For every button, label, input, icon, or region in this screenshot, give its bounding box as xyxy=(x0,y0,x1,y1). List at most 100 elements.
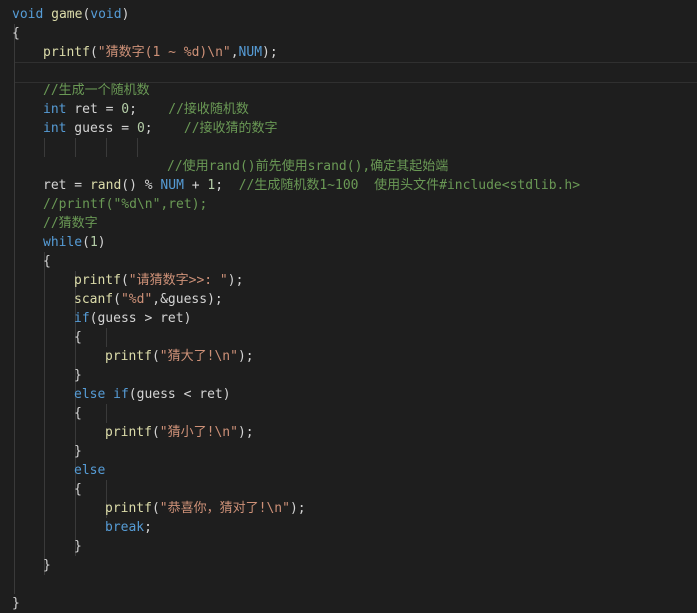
indent-guide-line xyxy=(106,328,107,347)
code-line: printf("猜小了!\n"); xyxy=(105,423,254,442)
code-token: } xyxy=(12,596,20,611)
code-line: { xyxy=(74,480,82,499)
code-token: if xyxy=(74,311,90,326)
indent-guide-line xyxy=(106,404,107,423)
code-token: ; xyxy=(144,121,184,136)
code-token: ) xyxy=(121,7,130,22)
code-token: ); xyxy=(227,273,244,288)
code-line: printf("猜数字(1 ~ %d)\n",NUM); xyxy=(43,43,278,62)
code-token: 0 xyxy=(121,102,130,117)
code-line: int guess = 0; //接收猜的数字 xyxy=(43,119,278,138)
code-token: else xyxy=(74,463,106,478)
code-token: printf xyxy=(105,501,152,516)
code-token: ); xyxy=(237,425,254,440)
code-token: printf xyxy=(105,349,152,364)
code-token: "猜大了!\n" xyxy=(159,349,238,364)
code-line: { xyxy=(43,252,51,271)
indent-guide-line xyxy=(106,138,107,157)
code-token: "恭喜你，猜对了!\n" xyxy=(159,501,290,516)
code-token: //printf("%d\n",ret); xyxy=(43,197,208,212)
code-token: } xyxy=(74,539,82,554)
code-token: "猜数字(1 ~ %d)\n" xyxy=(97,45,231,60)
code-token: NUM xyxy=(160,178,184,193)
code-token: (guess > ret) xyxy=(89,311,192,326)
code-token: NUM xyxy=(238,45,263,60)
code-token: ; xyxy=(215,178,239,193)
current-line-highlight xyxy=(14,62,697,83)
code-token: "猜小了!\n" xyxy=(159,425,238,440)
indent-guide-line xyxy=(44,138,45,157)
code-line: { xyxy=(74,404,82,423)
code-token: void xyxy=(12,7,44,22)
code-line: } xyxy=(74,537,82,556)
code-line: int ret = 0; //接收随机数 xyxy=(43,100,249,119)
code-line: if(guess > ret) xyxy=(74,309,191,328)
code-token: scanf xyxy=(74,292,114,307)
indent-guide-line xyxy=(44,252,45,575)
code-line: printf("请猜数字>>: "); xyxy=(74,271,243,290)
code-token: "%d" xyxy=(120,292,153,307)
code-token: { xyxy=(43,254,51,269)
code-token: ( xyxy=(82,235,90,250)
code-line: //使用rand()前先使用srand(),确定其起始端 xyxy=(167,157,448,176)
code-token: "请猜数字>>: " xyxy=(128,273,228,288)
code-line: //生成一个随机数 xyxy=(43,81,150,100)
code-line: } xyxy=(74,442,82,461)
code-token: rand xyxy=(89,178,122,193)
indent-guide-line xyxy=(75,138,76,157)
code-token: //接收随机数 xyxy=(168,102,249,117)
code-token: ret = xyxy=(66,102,122,117)
code-line: printf("恭喜你，猜对了!\n"); xyxy=(105,499,306,518)
code-line: } xyxy=(43,556,51,575)
code-token: + xyxy=(183,178,208,193)
code-token: //生成一个随机数 xyxy=(43,83,150,98)
code-token: ret = xyxy=(43,178,90,193)
code-token: { xyxy=(12,26,20,41)
code-line: void game(void) xyxy=(12,5,129,24)
code-token: ( xyxy=(120,273,129,288)
indent-guide-line xyxy=(137,138,138,157)
code-line: { xyxy=(12,24,20,43)
code-token: ( xyxy=(151,501,160,516)
indent-guide-line xyxy=(14,24,15,594)
code-line: printf("猜大了!\n"); xyxy=(105,347,254,366)
code-token: ; xyxy=(129,102,169,117)
code-token: ( xyxy=(89,45,98,60)
code-token: ; xyxy=(144,520,152,535)
code-token: () % xyxy=(121,178,161,193)
code-token: { xyxy=(74,482,82,497)
code-line: ret = rand() % NUM + 1; //生成随机数1~100 使用头… xyxy=(43,176,580,195)
code-line: else xyxy=(74,461,105,480)
code-token: break xyxy=(105,520,145,535)
code-token: ,&guess); xyxy=(152,292,223,307)
code-token: //使用rand()前先使用srand(),确定其起始端 xyxy=(167,159,449,174)
code-token: ) xyxy=(97,235,106,250)
code-line: { xyxy=(74,328,82,347)
code-token: ( xyxy=(151,349,160,364)
code-token: ); xyxy=(289,501,306,516)
code-editor[interactable]: void game(void){printf("猜数字(1 ~ %d)\n",N… xyxy=(0,0,697,613)
code-token: //猜数字 xyxy=(43,216,98,231)
code-token: void xyxy=(90,7,122,22)
code-token: int xyxy=(43,102,67,117)
code-token: while xyxy=(43,235,83,250)
code-token: } xyxy=(43,558,51,573)
code-line: } xyxy=(12,594,20,613)
code-line: scanf("%d",&guess); xyxy=(74,290,223,309)
code-token: (guess < ret) xyxy=(128,387,231,402)
code-line: //猜数字 xyxy=(43,214,98,233)
code-token: { xyxy=(74,330,82,345)
code-token: , xyxy=(230,45,239,60)
code-line: } xyxy=(74,366,82,385)
code-token: ( xyxy=(113,292,121,307)
code-token: } xyxy=(74,368,82,383)
code-token: ( xyxy=(151,425,160,440)
code-token: 1 xyxy=(89,235,98,250)
code-token: 0 xyxy=(136,121,145,136)
code-token: guess = xyxy=(66,121,137,136)
code-token: game xyxy=(51,7,83,22)
code-token: printf xyxy=(43,45,90,60)
code-token: int xyxy=(43,121,67,136)
code-line: else if(guess < ret) xyxy=(74,385,231,404)
